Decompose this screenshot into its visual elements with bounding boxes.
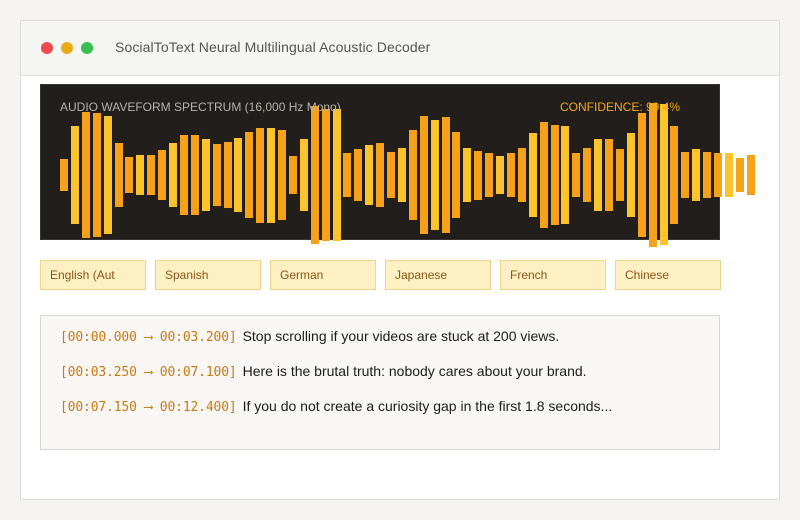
waveform-bar (92, 113, 101, 237)
waveform-bar (692, 149, 701, 201)
confidence-readout: CONFIDENCE: 99.4% (560, 100, 681, 114)
waveform-bar (365, 144, 374, 206)
waveform-bar (343, 153, 352, 197)
language-option-spanish[interactable]: Spanish (155, 260, 261, 290)
language-option-japanese[interactable]: Japanese (385, 260, 491, 290)
waveform-bar (256, 127, 265, 223)
waveform-bar (169, 142, 177, 208)
waveform-bar (136, 154, 145, 196)
waveform-bar (419, 116, 428, 235)
waveform-bar (724, 153, 733, 197)
segment-text: Stop scrolling if your videos are stuck … (242, 328, 560, 344)
title-bar: SocialToText Neural Multilingual Acousti… (21, 21, 779, 76)
waveform-bar (703, 152, 712, 199)
waveform-bar (637, 113, 646, 237)
waveform-bar (659, 104, 668, 246)
waveform-bar (626, 133, 635, 217)
waveform-bar (550, 124, 559, 226)
waveform-bar (397, 147, 406, 203)
waveform-bar (496, 156, 504, 194)
waveform-bar (321, 108, 330, 242)
waveform-bar (387, 152, 395, 199)
waveform-bar (746, 154, 755, 196)
waveform-bar (561, 126, 570, 224)
waveform-bar (408, 130, 417, 220)
waveform-bar (245, 131, 254, 219)
waveform-bar (201, 139, 210, 211)
language-option-german[interactable]: German (270, 260, 376, 290)
waveform-bar (615, 149, 624, 201)
waveform-bar (103, 116, 112, 235)
maximize-window-button[interactable] (81, 42, 93, 54)
transcript-segment[interactable]: [00:07.150 ⟶ 00:12.400] If you do not cre… (60, 398, 612, 418)
waveform-bar (60, 159, 68, 191)
waveform-bar (190, 134, 199, 216)
segment-timestamp: [00:07.150 ⟶ 00:12.400] (60, 400, 237, 415)
language-option-chinese[interactable]: Chinese (615, 260, 721, 290)
language-selector: English (Aut Spanish German Japanese Fre… (40, 260, 721, 290)
minimize-window-button[interactable] (61, 42, 73, 54)
waveform-bar (376, 143, 385, 207)
transcript-segment[interactable]: [00:03.250 ⟶ 00:07.100] Here is the bruta… (60, 363, 587, 383)
waveform-bar (670, 126, 679, 224)
waveform-bar (234, 137, 243, 213)
waveform-bar (539, 121, 548, 229)
waveform-bar (81, 111, 90, 239)
waveform-bar (441, 117, 450, 233)
waveform-bar (430, 120, 439, 230)
waveform-bar (648, 103, 657, 247)
waveform-bar (267, 127, 276, 223)
waveform-bar (125, 157, 134, 193)
waveform-bar (474, 150, 483, 200)
waveform-bar (485, 153, 494, 197)
waveform-bar (354, 149, 363, 201)
waveform-bar (179, 135, 188, 215)
waveform-bar (147, 154, 156, 196)
waveform-bar (452, 131, 461, 219)
waveform-bar (572, 153, 581, 197)
waveform-bar (735, 157, 744, 193)
window-title: SocialToText Neural Multilingual Acousti… (115, 39, 431, 55)
segment-text: Here is the brutal truth: nobody cares a… (242, 363, 587, 379)
waveform-bar (714, 153, 722, 197)
waveform-bar (278, 130, 286, 220)
segment-timestamp: [00:00.000 ⟶ 00:03.200] (60, 330, 237, 345)
segment-text: If you do not create a curiosity gap in … (242, 398, 613, 414)
transcript-segment[interactable]: [00:00.000 ⟶ 00:03.200] Stop scrolling if… (60, 328, 559, 348)
waveform-bar (528, 133, 537, 217)
waveform-bar (288, 156, 297, 194)
close-window-button[interactable] (41, 42, 53, 54)
waveform-bar (223, 141, 232, 209)
waveform-bar (605, 139, 613, 211)
waveform-bar (310, 105, 319, 245)
waveform-bar (70, 126, 79, 224)
waveform-bar (158, 149, 167, 201)
spectrum-label: AUDIO WAVEFORM SPECTRUM (16,000 Hz Mono) (60, 100, 341, 114)
segment-timestamp: [00:03.250 ⟶ 00:07.100] (60, 365, 237, 380)
waveform-bar (506, 153, 515, 197)
language-option-french[interactable]: French (500, 260, 606, 290)
waveform-bar (583, 147, 592, 203)
transcript-panel: [00:00.000 ⟶ 00:03.200] Stop scrolling if… (40, 315, 720, 450)
waveform-bar (463, 147, 472, 203)
waveform-spectrum-panel: AUDIO WAVEFORM SPECTRUM (16,000 Hz Mono)… (40, 84, 755, 247)
waveform-bar (114, 143, 123, 207)
waveform-bar (681, 152, 690, 199)
waveform-bar (517, 147, 526, 203)
language-option-english[interactable]: English (Aut (40, 260, 146, 290)
waveform-bar (594, 139, 603, 211)
waveform-bar (332, 108, 341, 242)
waveform-bar (299, 139, 308, 211)
waveform-bar (212, 144, 221, 206)
